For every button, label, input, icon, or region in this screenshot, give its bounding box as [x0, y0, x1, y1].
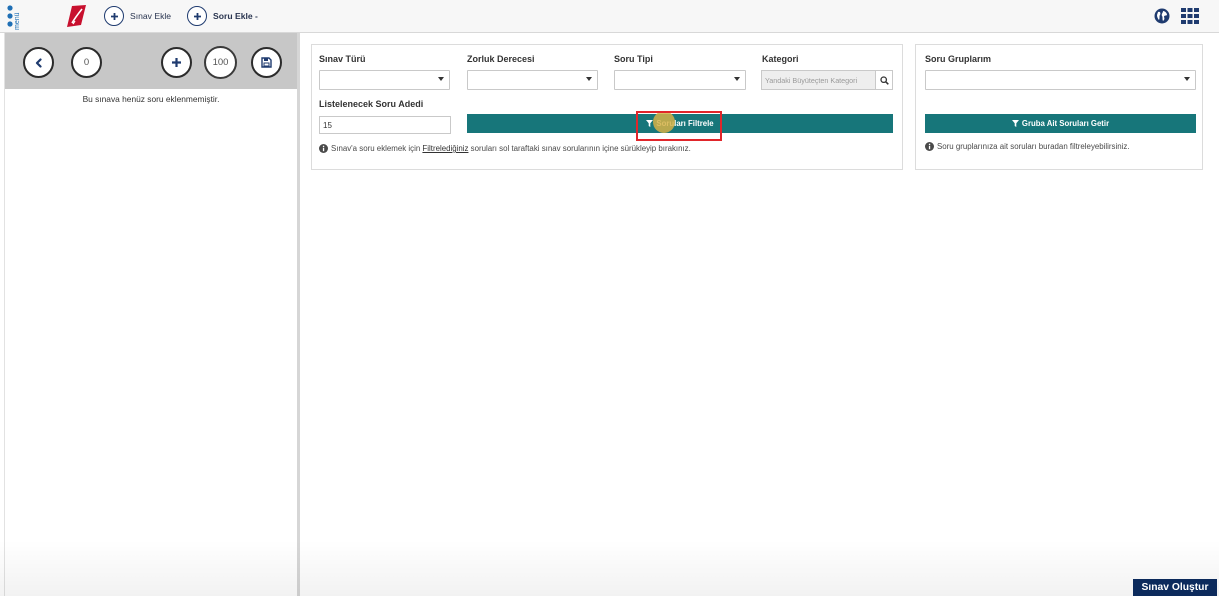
question-groups-label: Soru Gruplarım — [925, 54, 992, 64]
exam-sidebar: 0 100 Bu sınava henüz soru eklenmemiştir… — [4, 33, 300, 596]
dropdown-arrow-icon — [734, 77, 740, 81]
dropdown-arrow-icon — [438, 77, 444, 81]
filter-info-suffix: soruları sol taraftaki sınav sorularının… — [468, 144, 691, 153]
question-filter-panel: Sınav Türü Zorluk Derecesi Soru Tipi Kat… — [311, 44, 903, 170]
save-icon — [261, 57, 272, 68]
add-exam-label: Sınav Ekle — [130, 11, 172, 21]
filter-info: Sınav'a soru eklemek için Filtrelediğini… — [319, 144, 691, 153]
globe-icon[interactable] — [1154, 8, 1170, 24]
dropdown-arrow-icon — [1184, 77, 1190, 81]
exam-type-select[interactable] — [319, 70, 450, 90]
top-bar: menü Sınav Ekle Soru Ekle - — [0, 0, 1219, 33]
filter-icon — [1011, 120, 1019, 127]
chevron-left-icon — [35, 57, 42, 68]
filter-info-link: Filtrelediğiniz — [422, 144, 469, 153]
back-button[interactable] — [23, 47, 54, 78]
question-count-badge: 0 — [71, 47, 102, 78]
dropdown-arrow-icon — [586, 77, 592, 81]
question-count-label: Listelenecek Soru Adedi — [319, 99, 424, 109]
category-search-button[interactable] — [875, 70, 893, 90]
grid-icon[interactable] — [1181, 8, 1199, 24]
info-icon — [925, 142, 934, 151]
question-count-input[interactable] — [319, 116, 451, 134]
menu-label: menü — [14, 12, 21, 30]
question-type-select[interactable] — [614, 70, 746, 90]
add-question-sidebar-button[interactable] — [161, 47, 192, 78]
groups-info: Soru gruplarınıza ait soruları buradan f… — [925, 142, 1130, 151]
difficulty-select[interactable] — [467, 70, 598, 90]
total-points-badge: 100 — [204, 46, 237, 79]
menu-icon — [7, 5, 13, 27]
groups-info-text: Soru gruplarınıza ait soruları buradan f… — [937, 142, 1130, 151]
question-groups-panel: Soru Gruplarım Gruba Ait Soruları Getir … — [915, 44, 1203, 170]
add-question-button[interactable]: Soru Ekle - — [187, 6, 258, 26]
add-question-label: Soru Ekle - — [213, 11, 258, 21]
save-button[interactable] — [251, 47, 282, 78]
question-groups-select[interactable] — [925, 70, 1196, 90]
get-group-questions-button[interactable]: Gruba Ait Soruları Getir — [925, 114, 1196, 133]
question-count: 0 — [83, 57, 90, 68]
info-icon — [319, 144, 328, 153]
sidebar-header: 0 100 — [5, 33, 297, 89]
logo-icon[interactable] — [64, 4, 88, 28]
plus-icon — [187, 6, 207, 26]
menu-button[interactable]: menü — [6, 1, 24, 31]
category-input[interactable] — [761, 70, 876, 90]
filter-info-prefix: Sınav'a soru eklemek için — [331, 144, 423, 153]
search-icon — [879, 75, 889, 85]
empty-questions-message: Bu sınava henüz soru eklenmemiştir. — [82, 94, 220, 104]
question-type-label: Soru Tipi — [614, 54, 653, 64]
get-group-questions-label: Gruba Ait Soruları Getir — [1021, 119, 1110, 128]
exam-type-label: Sınav Türü — [319, 54, 366, 64]
difficulty-label: Zorluk Derecesi — [467, 54, 535, 64]
total-points: 100 — [212, 57, 229, 68]
add-exam-button[interactable]: Sınav Ekle — [104, 6, 171, 26]
plus-icon — [104, 6, 124, 26]
category-label: Kategori — [762, 54, 799, 64]
highlight-box — [636, 111, 722, 141]
plus-icon — [172, 58, 181, 67]
create-exam-button[interactable]: Sınav Oluştur — [1133, 579, 1217, 596]
